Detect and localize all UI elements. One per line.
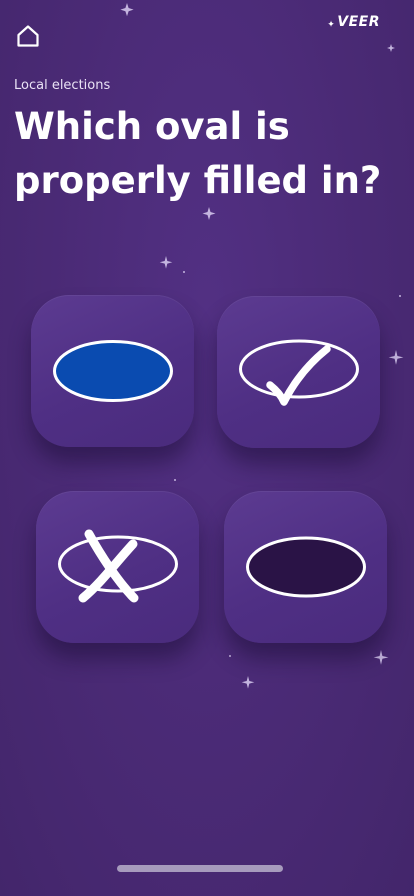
dark-filled-oval-icon: [245, 536, 366, 598]
home-indicator[interactable]: [117, 865, 283, 872]
option-filled-blue-oval[interactable]: [31, 295, 194, 447]
brand-name: VEER: [337, 14, 380, 30]
option-checkmark-oval[interactable]: [217, 296, 380, 448]
sparkle-icon: ✦: [327, 20, 336, 30]
question-category: Local elections: [14, 78, 111, 93]
filled-oval-icon: [52, 340, 173, 402]
option-filled-dark-oval[interactable]: [224, 491, 387, 643]
brand-logo: ✦ VEER: [327, 14, 380, 30]
home-icon: [17, 25, 39, 47]
option-x-mark-oval[interactable]: [36, 491, 199, 643]
question-title: Which oval is properly filled in?: [14, 105, 382, 202]
home-button[interactable]: [14, 22, 42, 50]
x-mark-oval-icon: [57, 529, 178, 603]
checkmark-oval-icon: [238, 339, 359, 406]
